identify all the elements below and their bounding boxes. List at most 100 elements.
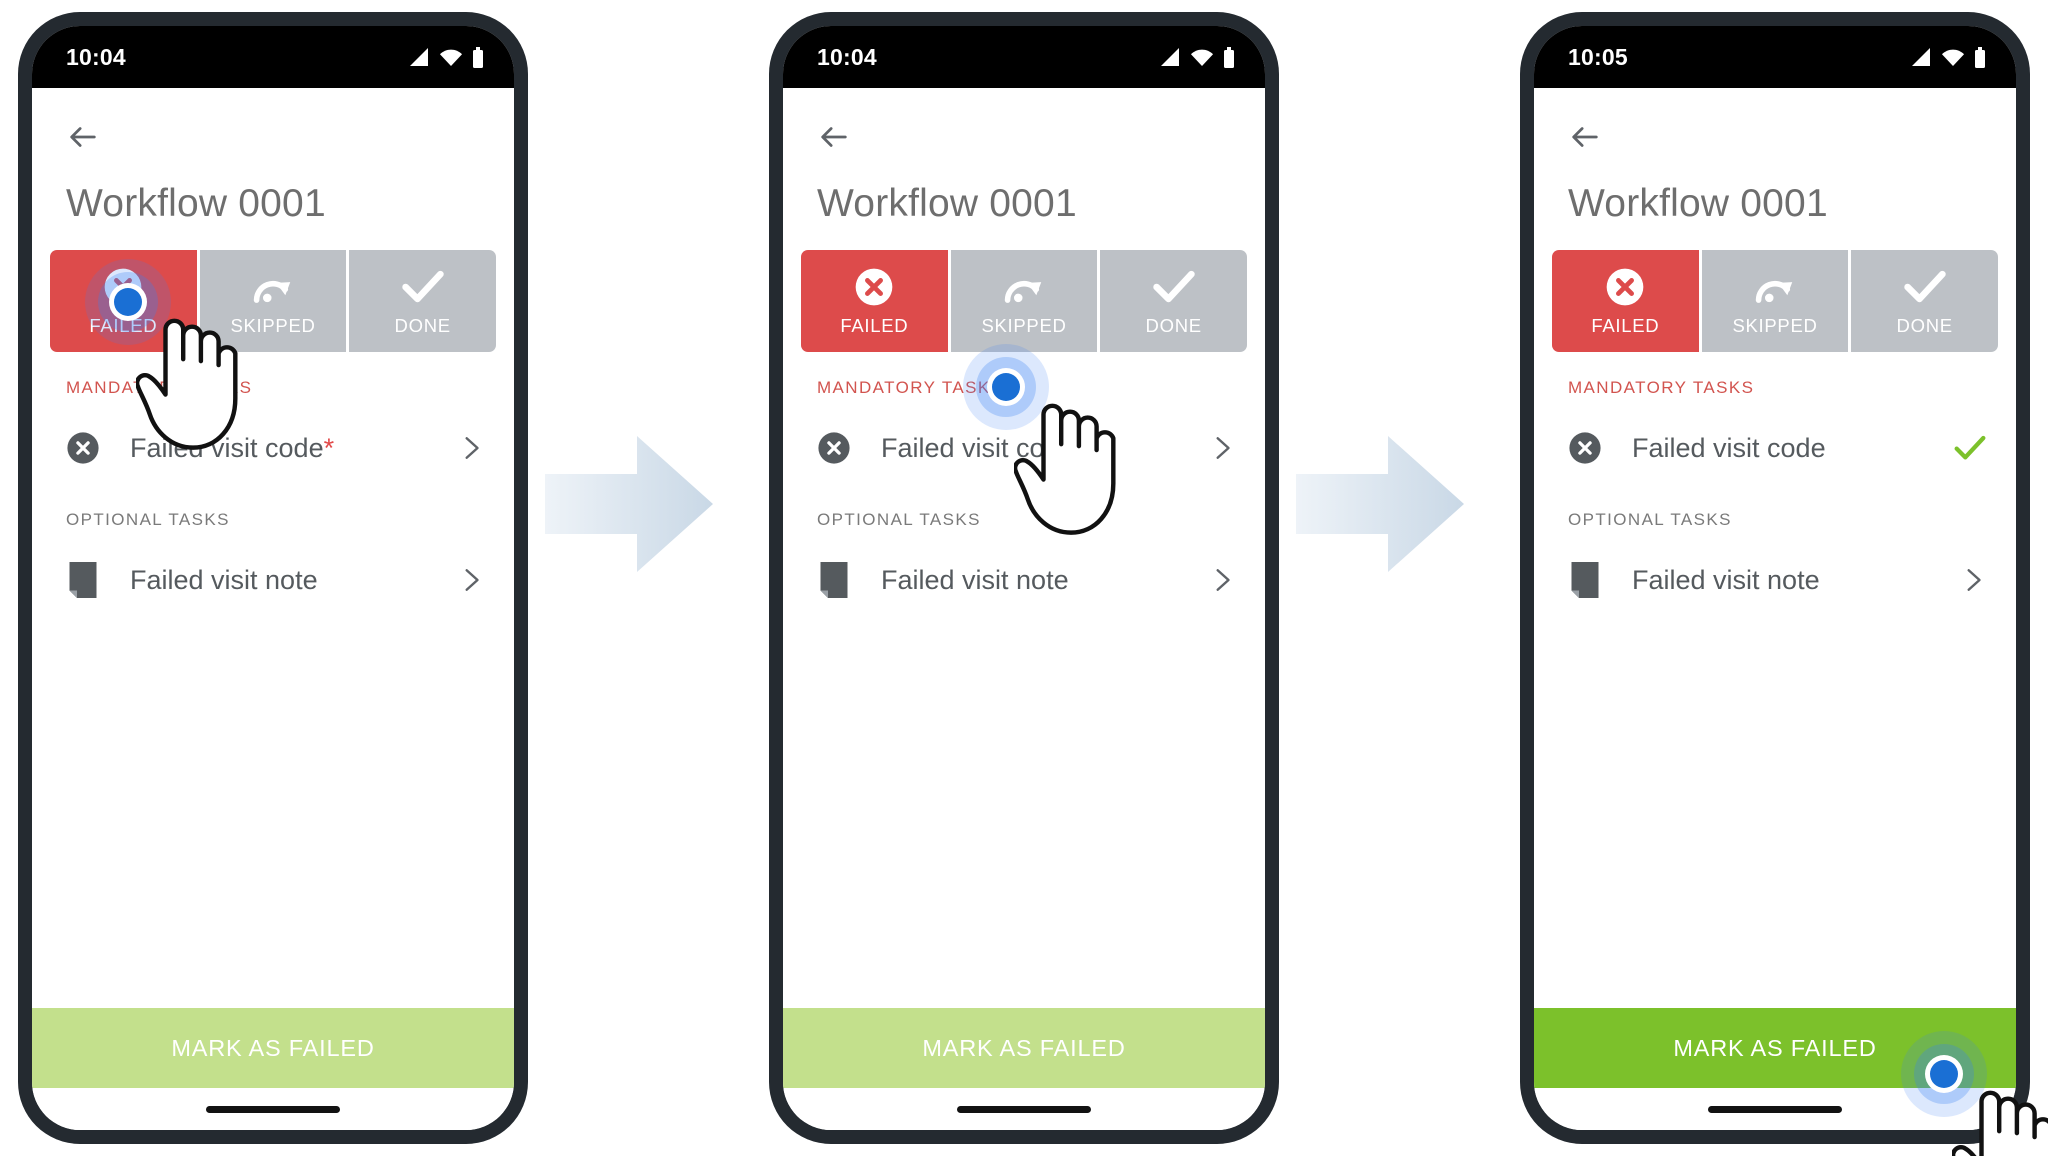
mandatory-task-failed-visit-code[interactable]: Failed visit code*	[783, 412, 1265, 484]
app-bar: Workflow 0001	[32, 88, 514, 226]
phone-screen-3: 10:05 Workflow 0001 FAILED SKIPPED DONE …	[1520, 12, 2048, 1156]
page-title: Workflow 0001	[66, 182, 326, 225]
optional-task-failed-visit-note[interactable]: Failed visit note	[783, 544, 1265, 616]
failed-status-button[interactable]: FAILED	[801, 250, 948, 352]
task-list: MANDATORY TASKS Failed visit code* OPTIO…	[783, 352, 1265, 1008]
mark-as-failed-button[interactable]: MARK AS FAILED	[1534, 1008, 2016, 1088]
skip-arrow-icon	[1752, 265, 1798, 309]
check-icon	[1903, 265, 1947, 309]
status-bar-time: 10:04	[817, 43, 877, 70]
mark-as-failed-button[interactable]: MARK AS FAILED	[32, 1008, 514, 1088]
green-check-icon	[1954, 432, 1986, 464]
section-heading-optional: OPTIONAL TASKS	[817, 510, 981, 529]
skipped-status-button[interactable]: SKIPPED	[199, 250, 347, 352]
chevron-right-icon[interactable]	[458, 567, 484, 593]
task-list: MANDATORY TASKS Failed visit code OPTION…	[1534, 352, 2016, 1008]
failed-status-button[interactable]: FAILED	[1552, 250, 1699, 352]
skipped-status-label: SKIPPED	[1732, 315, 1818, 336]
wifi-icon	[1942, 49, 1964, 66]
note-icon	[817, 562, 851, 598]
optional-task-failed-visit-note[interactable]: Failed visit note	[32, 544, 514, 616]
status-button-group: FAILED SKIPPED DONE	[50, 250, 497, 352]
failed-status-button[interactable]: FAILED	[50, 250, 197, 352]
skipped-status-label: SKIPPED	[981, 315, 1067, 336]
skipped-status-button[interactable]: SKIPPED	[1701, 250, 1849, 352]
mandatory-task-label: Failed visit code*	[130, 432, 335, 463]
battery-icon	[1975, 46, 1985, 68]
wifi-icon	[1191, 49, 1213, 66]
home-indicator-area	[32, 1088, 514, 1130]
back-arrow-icon[interactable]	[817, 120, 851, 154]
section-heading-optional: OPTIONAL TASKS	[66, 510, 230, 529]
page-title: Workflow 0001	[1568, 182, 1828, 225]
screen-2: 10:04 Workflow 0001 FAILED SKIPPED DONE …	[783, 26, 1265, 1130]
mandatory-task-failed-visit-code[interactable]: Failed visit code*	[32, 412, 514, 484]
status-bar: 10:05	[1534, 26, 2016, 88]
screen-3: 10:05 Workflow 0001 FAILED SKIPPED DONE …	[1534, 26, 2016, 1130]
phone-screen-1: 10:04 Workflow 0001 FAILED SKIPPED DONE …	[18, 12, 528, 1144]
circle-x-icon	[101, 265, 145, 309]
circle-x-icon	[1568, 431, 1602, 465]
signal-icon	[1912, 48, 1930, 66]
circle-x-icon	[66, 431, 100, 465]
battery-icon	[1224, 46, 1234, 68]
status-bar-icons	[408, 46, 484, 68]
failed-status-label: FAILED	[1591, 315, 1660, 336]
signal-icon	[410, 48, 428, 66]
section-heading-mandatory: MANDATORY TASKS	[66, 378, 253, 397]
back-button[interactable]	[1534, 114, 2016, 160]
chevron-right-icon[interactable]	[458, 435, 484, 461]
back-arrow-icon[interactable]	[1568, 120, 1602, 154]
done-status-button[interactable]: DONE	[349, 250, 497, 352]
home-indicator-area	[1534, 1088, 2016, 1130]
circle-x-icon	[852, 265, 896, 309]
flow-arrow-2	[1296, 430, 1464, 578]
optional-task-label: Failed visit note	[1632, 564, 1820, 595]
chevron-right-icon[interactable]	[1209, 567, 1235, 593]
page-title: Workflow 0001	[817, 182, 1077, 225]
signal-icon	[1161, 48, 1179, 66]
back-button[interactable]	[32, 114, 514, 160]
section-heading-mandatory: MANDATORY TASKS	[817, 378, 1004, 397]
flow-arrow-1	[545, 430, 713, 578]
done-status-label: DONE	[394, 315, 451, 336]
mandatory-task-failed-visit-code[interactable]: Failed visit code	[1534, 412, 2016, 484]
note-icon	[66, 562, 100, 598]
status-bar-icons	[1159, 46, 1235, 68]
status-bar: 10:04	[32, 26, 514, 88]
status-bar-icons	[1910, 46, 1986, 68]
skip-arrow-icon	[1001, 265, 1047, 309]
circle-x-icon	[817, 431, 851, 465]
skip-arrow-icon	[250, 265, 296, 309]
section-heading-optional: OPTIONAL TASKS	[1568, 510, 1732, 529]
done-status-button[interactable]: DONE	[1100, 250, 1248, 352]
done-status-label: DONE	[1145, 315, 1202, 336]
check-icon	[1152, 265, 1196, 309]
home-indicator	[1708, 1105, 1842, 1113]
status-button-group: FAILED SKIPPED DONE	[801, 250, 1248, 352]
skipped-status-label: SKIPPED	[230, 315, 316, 336]
optional-task-label: Failed visit note	[881, 564, 1069, 595]
chevron-right-icon[interactable]	[1960, 567, 1986, 593]
failed-status-label: FAILED	[840, 315, 909, 336]
task-list: MANDATORY TASKS Failed visit code* OPTIO…	[32, 352, 514, 1008]
chevron-right-icon[interactable]	[1209, 435, 1235, 461]
optional-task-failed-visit-note[interactable]: Failed visit note	[1534, 544, 2016, 616]
mandatory-task-label: Failed visit code	[1632, 432, 1826, 463]
check-icon	[401, 265, 445, 309]
home-indicator	[206, 1105, 340, 1113]
status-button-group: FAILED SKIPPED DONE	[1552, 250, 1999, 352]
phone-screen-2: 10:04 Workflow 0001 FAILED SKIPPED DONE …	[769, 12, 1279, 1144]
wifi-icon	[440, 49, 462, 66]
app-bar: Workflow 0001	[1534, 88, 2016, 226]
done-status-button[interactable]: DONE	[1851, 250, 1999, 352]
mark-as-failed-button[interactable]: MARK AS FAILED	[783, 1008, 1265, 1088]
back-button[interactable]	[783, 114, 1265, 160]
circle-x-icon	[1603, 265, 1647, 309]
skipped-status-button[interactable]: SKIPPED	[950, 250, 1098, 352]
mandatory-task-label: Failed visit code*	[881, 432, 1086, 463]
app-bar: Workflow 0001	[783, 88, 1265, 226]
back-arrow-icon[interactable]	[66, 120, 100, 154]
battery-icon	[473, 46, 483, 68]
optional-task-label: Failed visit note	[130, 564, 318, 595]
